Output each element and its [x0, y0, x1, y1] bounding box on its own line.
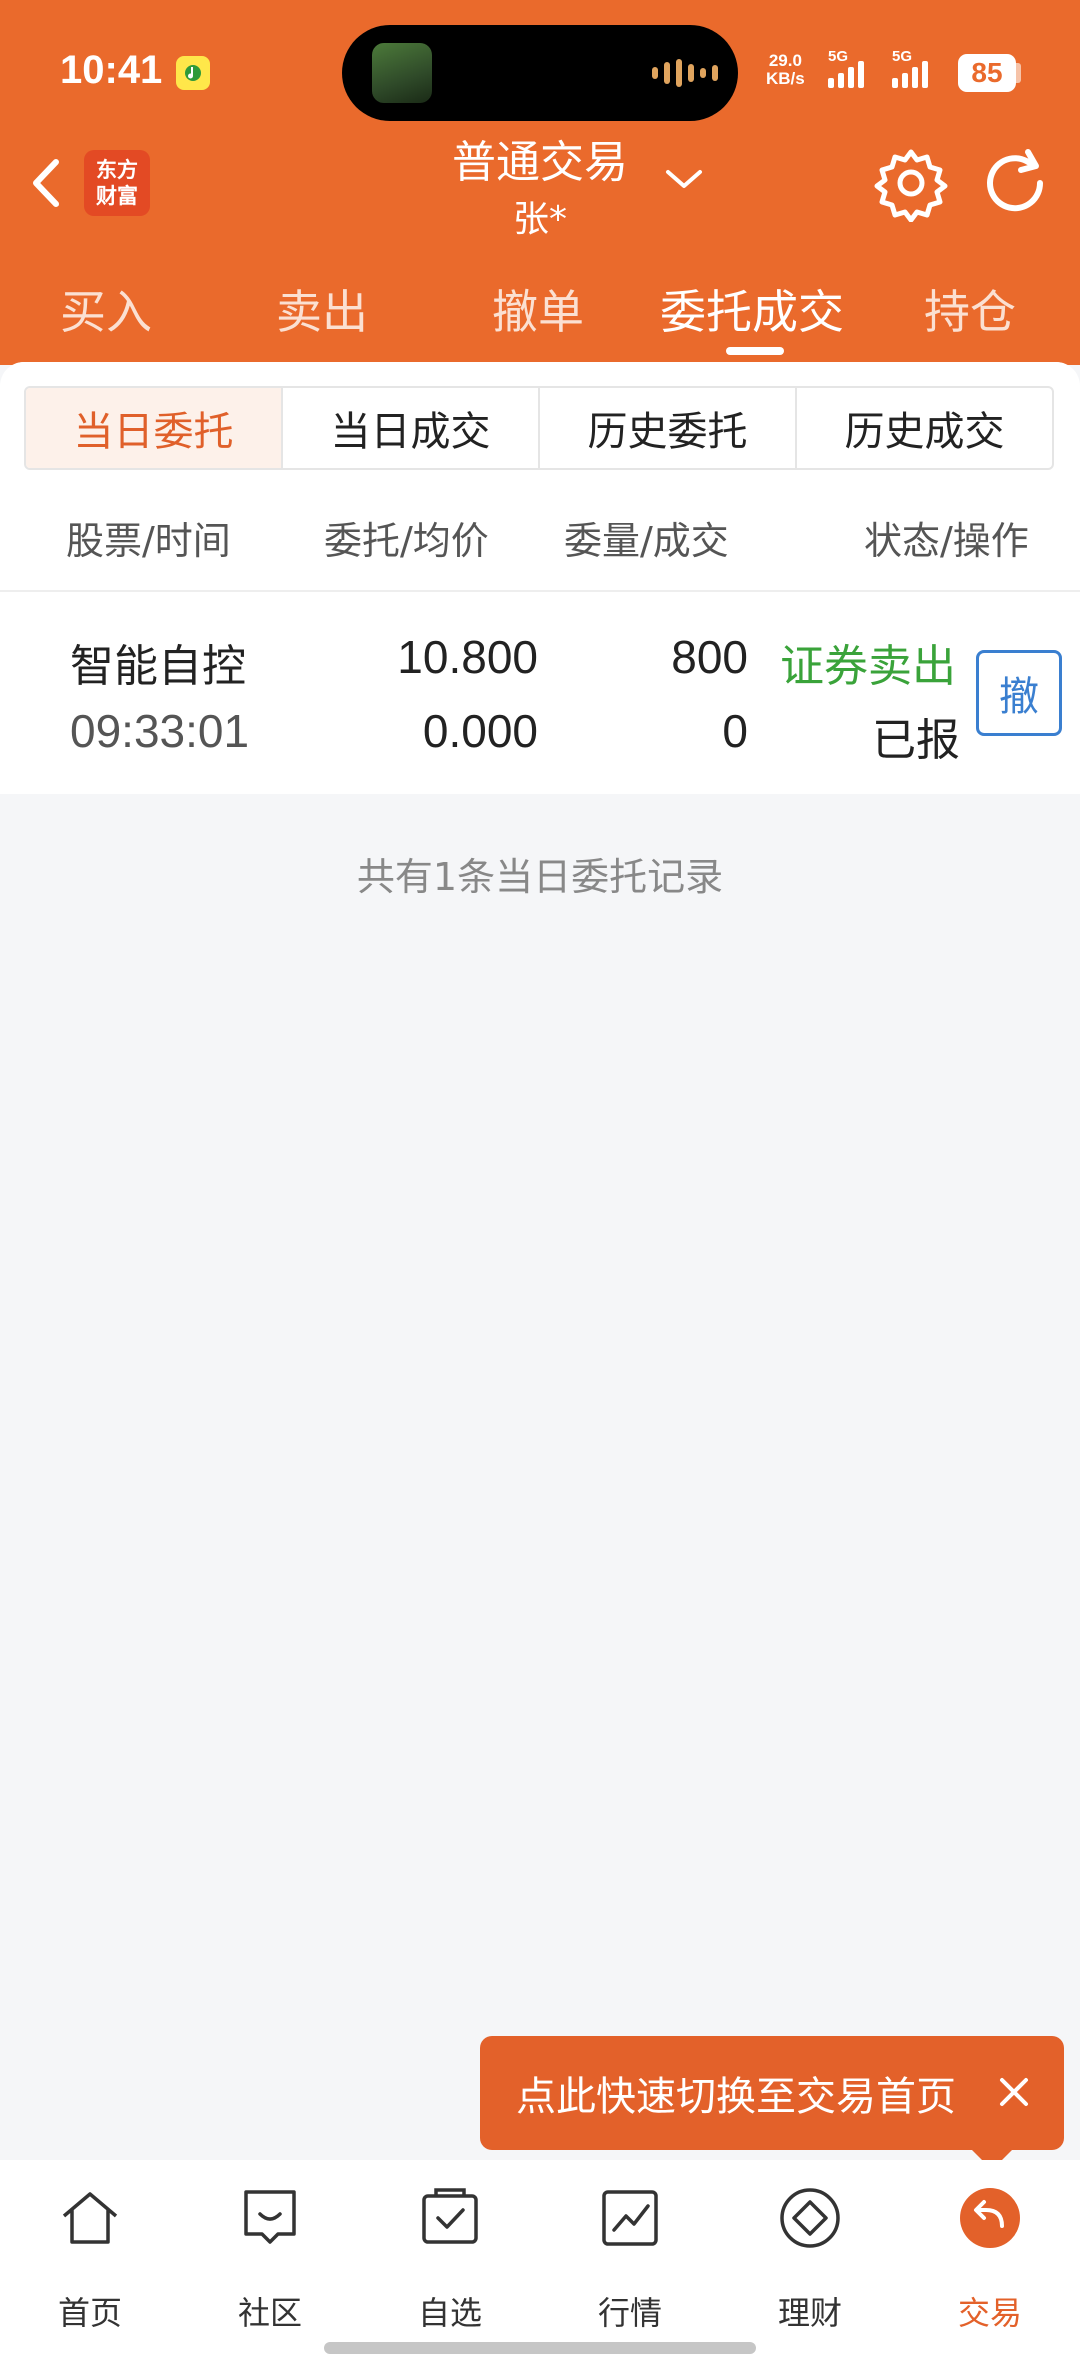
main-tabs: 买入 卖出 撤单 委托成交 持仓 [0, 270, 1080, 360]
tab-orders-trades[interactable]: 委托成交 [660, 276, 844, 342]
media-thumbnail [372, 43, 432, 103]
home-icon [62, 2192, 118, 2244]
tab-sell[interactable]: 卖出 [276, 276, 368, 342]
account-name[interactable]: 张* [420, 190, 660, 242]
page-title[interactable]: 普通交易 [420, 126, 660, 190]
signal-1-icon: 5G [828, 48, 864, 88]
order-price: 10.800 [397, 631, 538, 683]
tab-buy[interactable]: 买入 [60, 276, 152, 342]
refresh-icon [987, 149, 1044, 212]
avg-price: 0.000 [422, 705, 538, 757]
battery-indicator: 85 [958, 54, 1016, 92]
signal-2-icon: 5G [892, 48, 928, 88]
tab-positions[interactable]: 持仓 [924, 276, 1016, 342]
segment-history-orders[interactable]: 历史委托 [538, 388, 795, 468]
segment-today-trades[interactable]: 当日成交 [281, 388, 538, 468]
tab-cancel-order[interactable]: 撤单 [492, 276, 584, 342]
net-speed: 29.0 KB/s [766, 51, 805, 88]
refresh-button[interactable] [976, 144, 1054, 226]
trade-icon [960, 2188, 1020, 2248]
app-header: 10:41 29.0 KB/s 5G 5G 85 东方 财富 普通交易 张* 买… [0, 0, 1080, 365]
tooltip-text: 点此快速切换至交易首页 [516, 2074, 956, 2120]
stock-name: 智能自控 [70, 641, 246, 692]
order-quantity: 800 [671, 631, 748, 683]
header-divider [0, 590, 1080, 592]
segment-control: 当日委托 当日成交 历史委托 历史成交 [24, 386, 1054, 470]
chevron-left-icon [33, 159, 59, 207]
close-icon[interactable] [994, 2072, 1034, 2122]
order-time: 09:33:01 [70, 705, 250, 757]
audio-wave-icon [652, 59, 718, 87]
column-header-price: 委托/均价 [324, 519, 489, 563]
status-time: 10:41 [60, 48, 163, 92]
record-count: 共有1条当日委托记录 [356, 855, 724, 899]
brand-logo: 东方 财富 [84, 150, 150, 216]
order-direction: 证券卖出 [780, 641, 956, 692]
gear-icon [874, 149, 948, 223]
music-app-icon [176, 56, 210, 90]
column-header-quantity: 委量/成交 [564, 519, 729, 563]
back-button[interactable] [22, 148, 72, 218]
dynamic-island [342, 25, 738, 121]
quick-switch-tooltip[interactable]: 点此快速切换至交易首页 [480, 2036, 1064, 2150]
battery-tip [1016, 63, 1021, 83]
column-header-status: 状态/操作 [864, 519, 1029, 563]
community-icon [244, 2190, 296, 2244]
order-status: 已报 [872, 715, 960, 766]
wealth-icon [780, 2188, 840, 2248]
segment-history-trades[interactable]: 历史成交 [795, 388, 1052, 468]
account-dropdown-button[interactable] [662, 164, 706, 198]
filled-quantity: 0 [722, 705, 748, 757]
chevron-down-icon [666, 170, 702, 188]
active-tab-indicator [726, 347, 784, 355]
home-indicator [324, 2342, 756, 2354]
watchlist-icon [422, 2188, 478, 2244]
cancel-order-button[interactable]: 撤 [976, 650, 1062, 736]
segment-today-orders[interactable]: 当日委托 [26, 388, 283, 468]
column-header-stock-time: 股票/时间 [66, 519, 231, 563]
market-icon [602, 2190, 658, 2246]
settings-button[interactable] [872, 144, 950, 226]
status-bar: 10:41 29.0 KB/s 5G 5G 85 [0, 0, 1080, 140]
